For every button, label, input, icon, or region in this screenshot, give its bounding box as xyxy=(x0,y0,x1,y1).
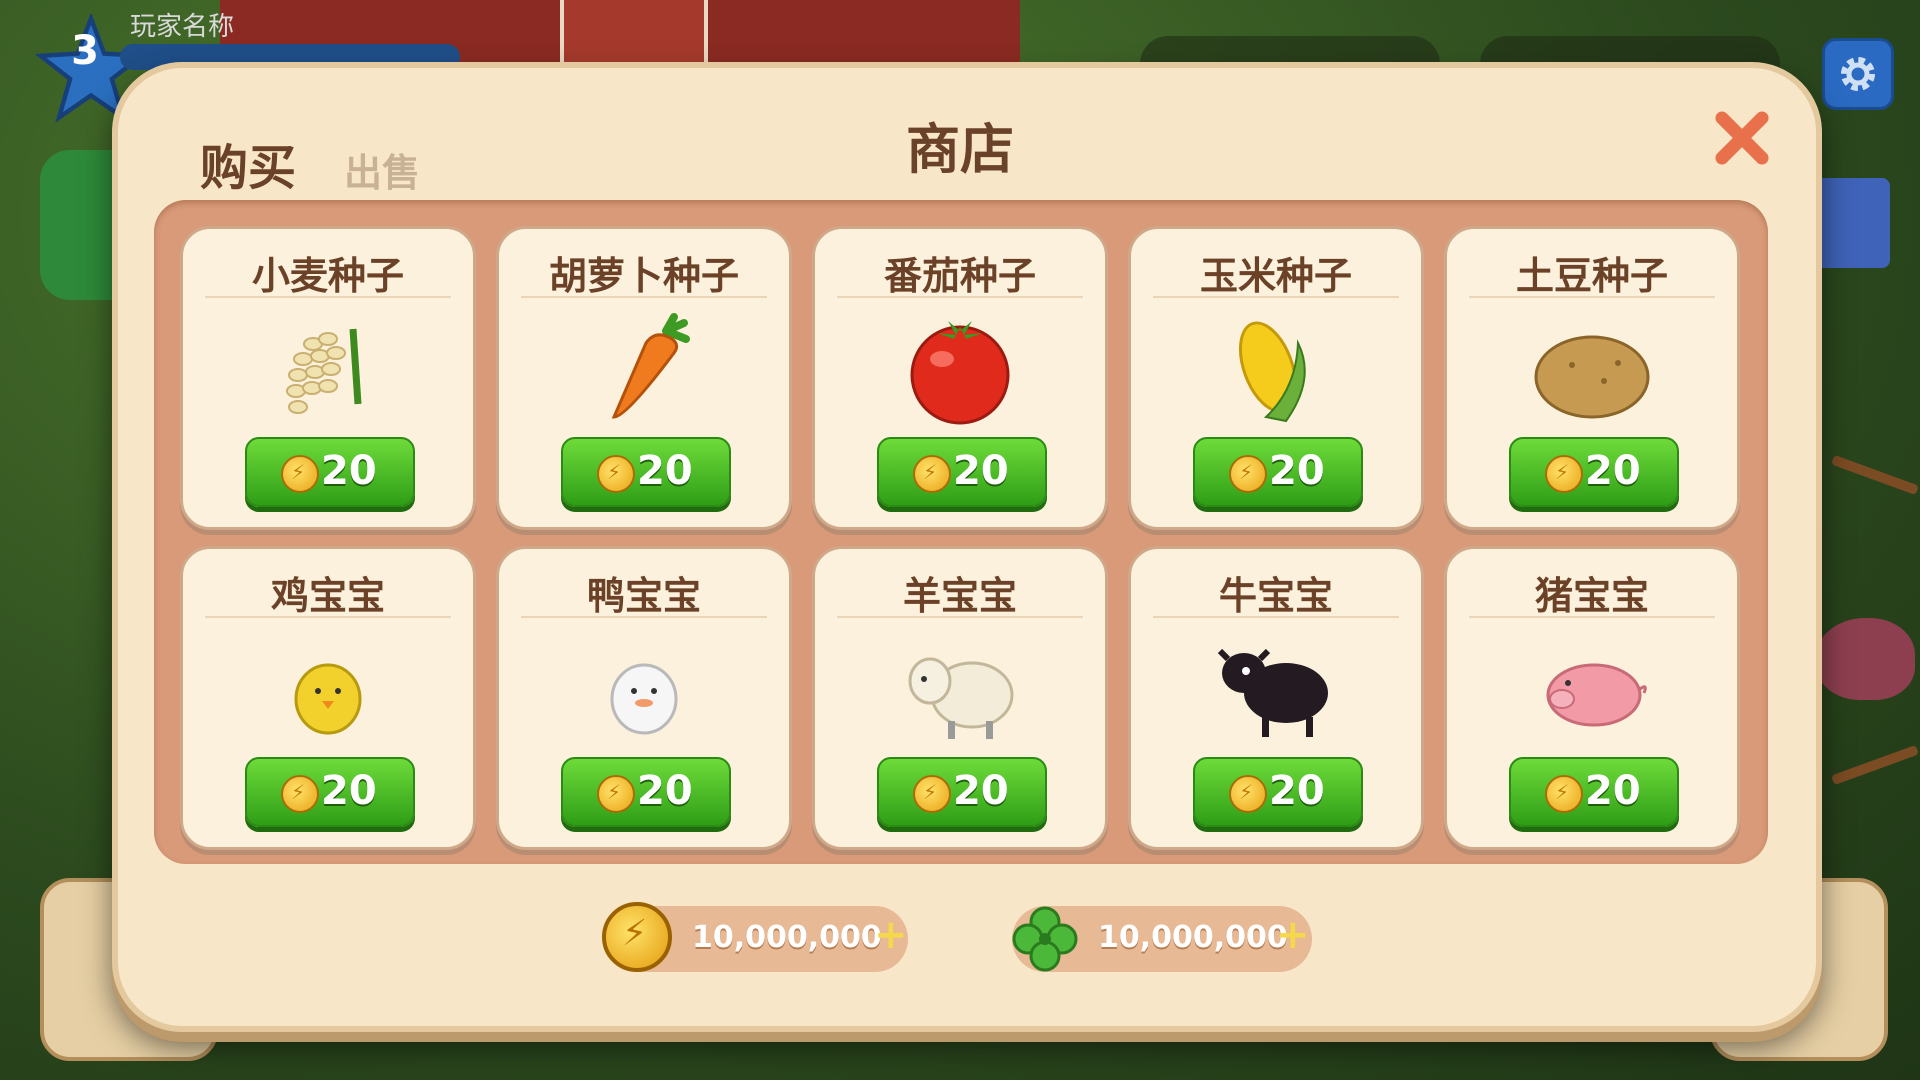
add-coins-button[interactable]: + xyxy=(874,912,908,958)
item-name: 小麦种子 xyxy=(251,254,404,298)
lamb-icon xyxy=(908,657,1014,739)
tab-buy[interactable]: 购买 xyxy=(200,128,296,198)
price-value: 20 xyxy=(1269,448,1325,494)
item-name: 鸡宝宝 xyxy=(270,574,385,618)
divider xyxy=(837,616,1083,618)
coin-icon xyxy=(281,775,319,813)
shop-item-chick[interactable]: 鸡宝宝 20 xyxy=(180,546,476,850)
coin-icon xyxy=(597,775,635,813)
buy-price-button[interactable]: 20 xyxy=(877,757,1047,827)
divider xyxy=(837,296,1083,298)
wheat-icon xyxy=(286,328,362,414)
divider xyxy=(1469,616,1715,618)
fence xyxy=(1831,744,1919,786)
gift-box-icon xyxy=(1810,178,1890,268)
coin-icon xyxy=(1545,455,1583,493)
coin-icon xyxy=(913,775,951,813)
calf-icon xyxy=(1217,648,1328,737)
piglet-icon xyxy=(1546,663,1647,727)
add-clovers-button[interactable]: + xyxy=(1276,912,1310,958)
buy-price-button[interactable]: 20 xyxy=(1509,757,1679,827)
buy-price-button[interactable]: 20 xyxy=(1193,757,1363,827)
price-value: 20 xyxy=(1269,768,1325,814)
coin-amount: 10,000,000 xyxy=(692,920,882,955)
fence xyxy=(1831,454,1919,496)
divider xyxy=(1153,616,1399,618)
shop-item-carrot-seed[interactable]: 胡萝卜种子 20 xyxy=(496,226,792,530)
shop-title: 商店 xyxy=(906,118,1014,181)
shop-item-calf[interactable]: 牛宝宝 20 xyxy=(1128,546,1424,850)
coin-icon xyxy=(1545,775,1583,813)
barn-door xyxy=(560,0,708,68)
item-name: 猪宝宝 xyxy=(1534,574,1649,618)
divider xyxy=(205,616,451,618)
item-name: 番茄种子 xyxy=(883,254,1036,298)
shop-item-wheat-seed[interactable]: 小麦种子 20 xyxy=(180,226,476,530)
shop-item-potato-seed[interactable]: 土豆种子 20 xyxy=(1444,226,1740,530)
item-name: 牛宝宝 xyxy=(1218,574,1333,618)
divider xyxy=(1153,296,1399,298)
price-value: 20 xyxy=(321,768,377,814)
clover-amount: 10,000,000 xyxy=(1098,920,1288,955)
coin-icon xyxy=(1229,455,1267,493)
player-name: 玩家名称 xyxy=(130,12,235,42)
item-name: 土豆种子 xyxy=(1515,254,1668,298)
price-value: 20 xyxy=(1585,768,1641,814)
buy-price-button[interactable]: 20 xyxy=(245,437,415,507)
buy-price-button[interactable]: 20 xyxy=(1509,437,1679,507)
close-button[interactable] xyxy=(1712,108,1772,168)
clover-balance: 10,000,000 + xyxy=(1012,906,1312,972)
buy-price-button[interactable]: 20 xyxy=(561,757,731,827)
price-value: 20 xyxy=(953,448,1009,494)
coin-icon xyxy=(602,902,672,972)
background-pig xyxy=(1815,618,1915,700)
divider xyxy=(205,296,451,298)
price-value: 20 xyxy=(321,448,377,494)
chick-icon xyxy=(294,663,362,735)
shop-item-piglet[interactable]: 猪宝宝 20 xyxy=(1444,546,1740,850)
item-name: 羊宝宝 xyxy=(902,574,1017,618)
divider xyxy=(1469,296,1715,298)
buy-price-button[interactable]: 20 xyxy=(1193,437,1363,507)
tab-sell[interactable]: 出售 xyxy=(344,142,420,197)
divider xyxy=(521,296,767,298)
price-value: 20 xyxy=(637,448,693,494)
coin-icon xyxy=(281,455,319,493)
settings-button[interactable] xyxy=(1822,38,1894,110)
coin-balance: 10,000,000 + xyxy=(602,902,908,972)
price-value: 20 xyxy=(637,768,693,814)
duckling-icon xyxy=(610,663,678,735)
price-value: 20 xyxy=(1585,448,1641,494)
clover-icon xyxy=(1012,906,1078,972)
divider xyxy=(521,616,767,618)
coin-icon xyxy=(1229,775,1267,813)
item-name: 玉米种子 xyxy=(1199,254,1352,298)
item-name: 胡萝卜种子 xyxy=(548,254,739,298)
close-icon xyxy=(1715,111,1769,165)
corn-icon xyxy=(1239,321,1306,423)
buy-price-button[interactable]: 20 xyxy=(561,437,731,507)
shop-item-duckling[interactable]: 鸭宝宝 20 xyxy=(496,546,792,850)
carrot-icon xyxy=(611,313,690,419)
shop-item-tomato-seed[interactable]: 番茄种子 20 xyxy=(812,226,1108,530)
shop-item-lamb[interactable]: 羊宝宝 20 xyxy=(812,546,1108,850)
gear-icon xyxy=(1841,57,1875,91)
buy-price-button[interactable]: 20 xyxy=(877,437,1047,507)
item-name: 鸭宝宝 xyxy=(586,574,701,618)
potato-icon xyxy=(1534,335,1650,419)
shop-item-corn-seed[interactable]: 玉米种子 20 xyxy=(1128,226,1424,530)
coin-icon xyxy=(913,455,951,493)
tomato-icon xyxy=(910,321,1010,425)
coin-icon xyxy=(597,455,635,493)
buy-price-button[interactable]: 20 xyxy=(245,757,415,827)
price-value: 20 xyxy=(953,768,1009,814)
